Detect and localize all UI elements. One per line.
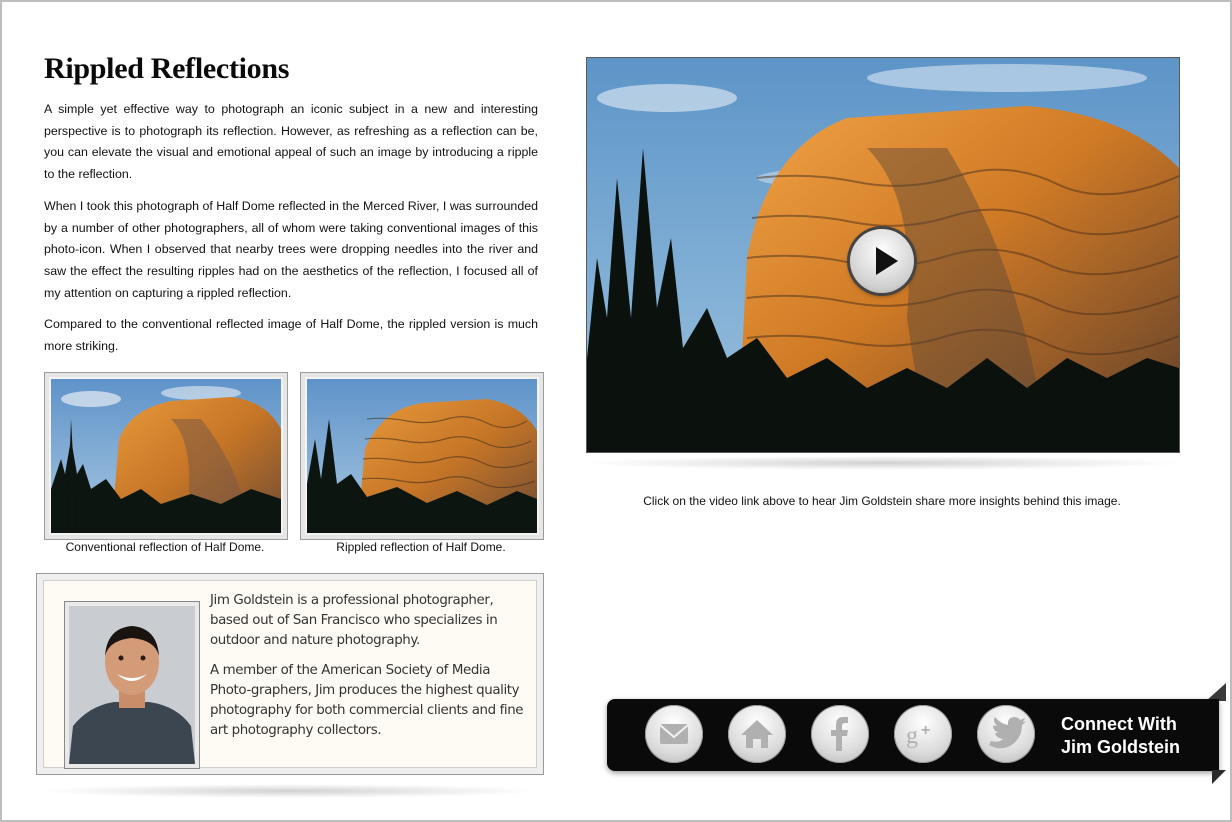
- bio-paragraph: Jim Goldstein is a professional photogra…: [210, 593, 498, 648]
- thumbnail-caption: Conventional reflection of Half Dome.: [65, 540, 265, 554]
- author-portrait: [64, 601, 200, 769]
- connect-line: Jim Goldstein: [1061, 737, 1181, 757]
- mail-icon[interactable]: [645, 705, 703, 763]
- svg-text:g: g: [906, 723, 918, 749]
- bio-drop-shadow: [40, 784, 540, 798]
- thumbnail-caption: Rippled reflection of Half Dome.: [336, 540, 506, 554]
- google-plus-icon[interactable]: g +: [894, 705, 952, 763]
- ribbon-fold: [1212, 770, 1226, 784]
- page-title: Rippled Reflections: [44, 52, 290, 85]
- video-caption: Click on the video link above to hear Ji…: [643, 494, 1121, 508]
- play-button[interactable]: [850, 229, 914, 293]
- article-paragraph: When I took this photograph of Half Dome…: [44, 198, 538, 300]
- author-bio-text: Jim Goldstein is a professional photogra…: [210, 591, 528, 751]
- home-icon[interactable]: [728, 705, 786, 763]
- twitter-icon[interactable]: [977, 705, 1035, 763]
- bio-paragraph: A member of the American Society of Medi…: [210, 663, 524, 738]
- article-paragraph: A simple yet effective way to photograph…: [44, 102, 538, 182]
- connect-label[interactable]: Connect With Jim Goldstein: [1061, 713, 1211, 759]
- facebook-icon[interactable]: [811, 705, 869, 763]
- thumbnail-rippled[interactable]: [300, 372, 544, 540]
- play-icon: [876, 247, 898, 275]
- conventional-reflection-image: [51, 379, 281, 533]
- article-paragraph: Compared to the conventional reflected i…: [44, 317, 538, 354]
- svg-text:+: +: [921, 722, 930, 739]
- rippled-reflection-image: [307, 379, 537, 533]
- article-body: A simple yet effective way to photograph…: [44, 99, 538, 368]
- thumbnail-conventional[interactable]: [44, 372, 288, 540]
- video-drop-shadow: [580, 456, 1186, 470]
- connect-line: Connect With: [1061, 714, 1177, 734]
